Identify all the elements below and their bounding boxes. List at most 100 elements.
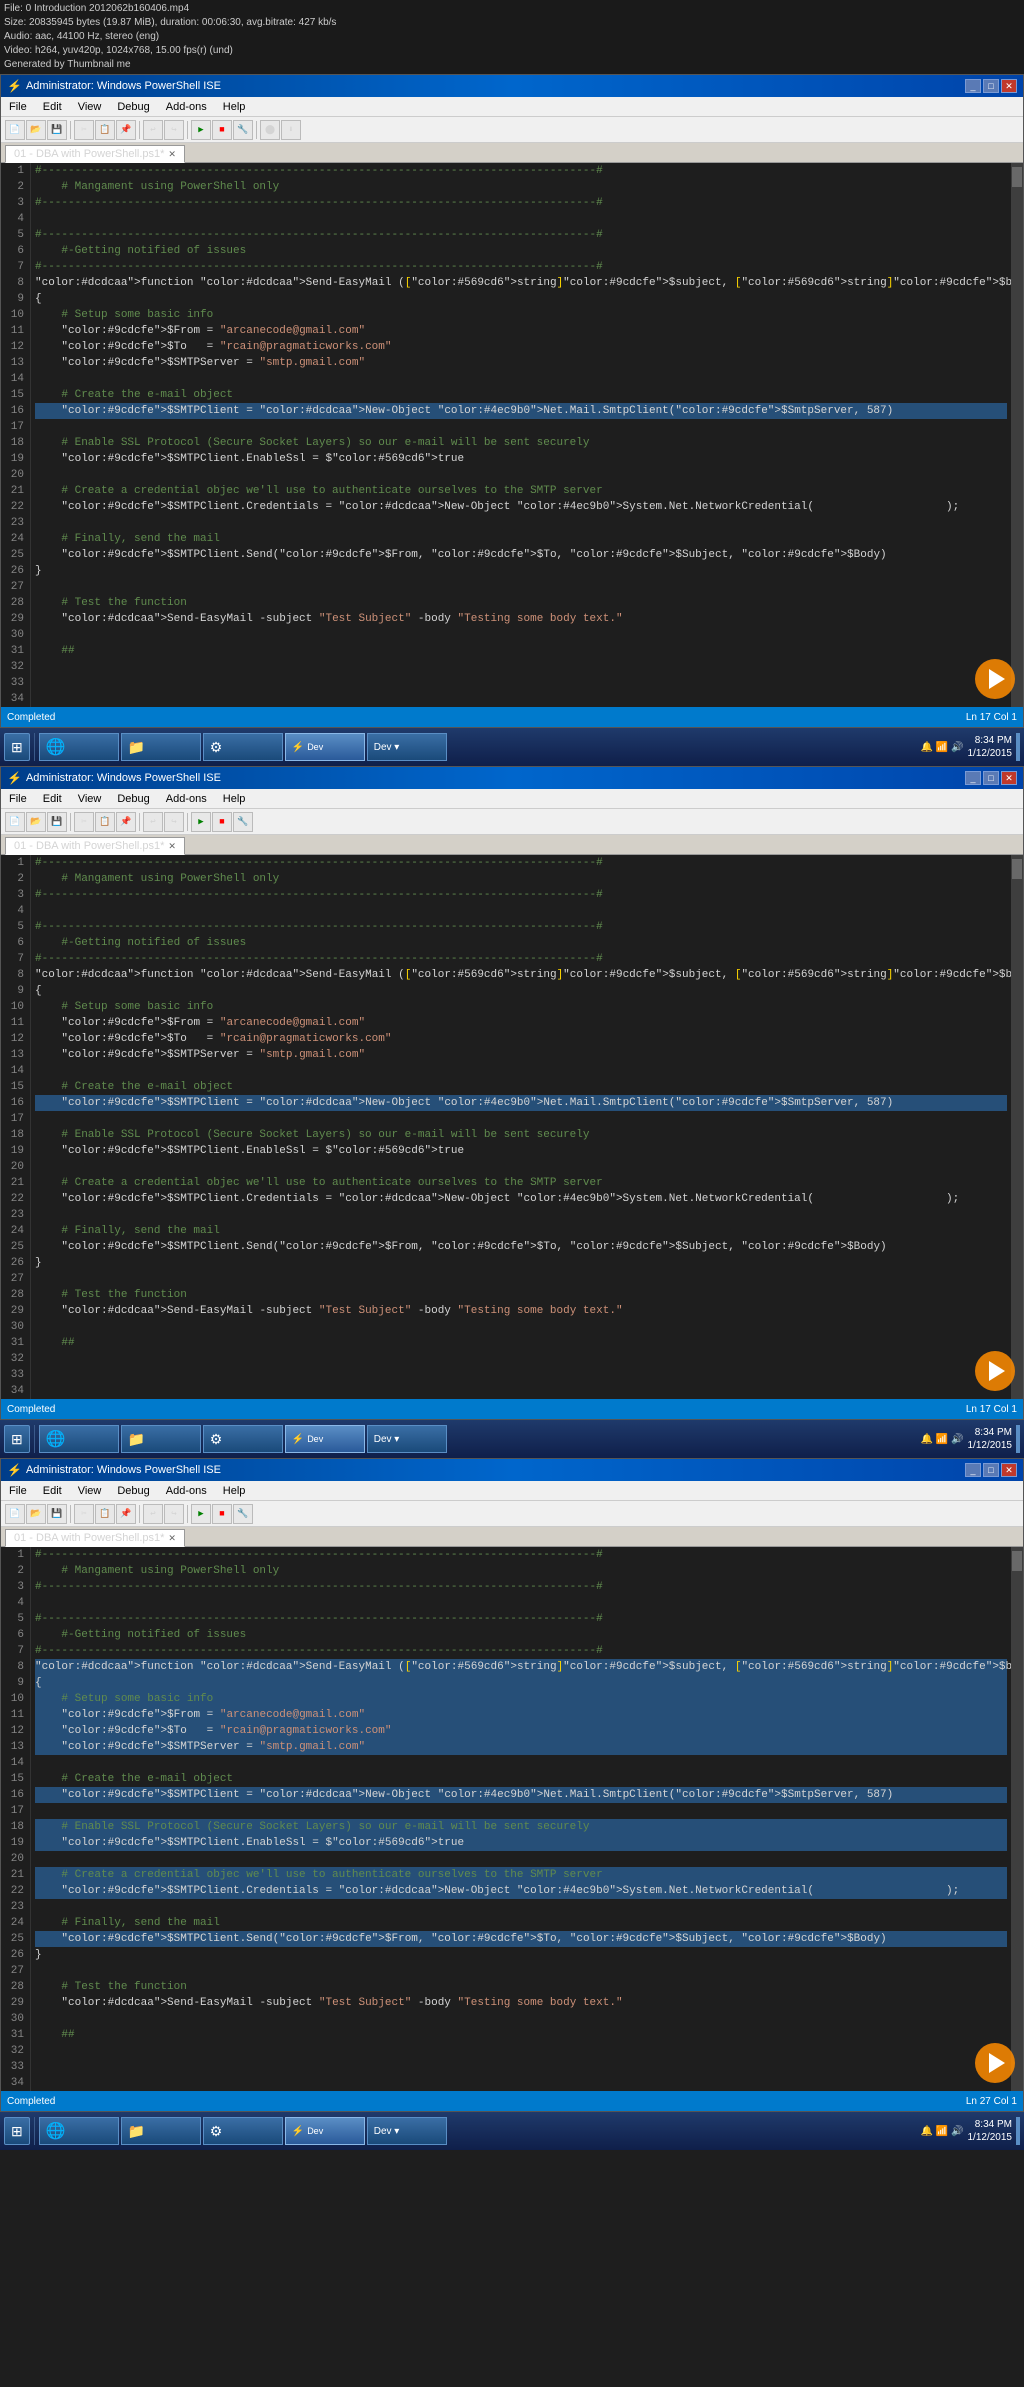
menu-addons-3[interactable]: Add-ons <box>162 1484 211 1498</box>
show-desktop-2[interactable] <box>1016 1425 1020 1453</box>
taskbar-ie-3[interactable]: 🌐 <box>39 2117 119 2145</box>
tb-save-2[interactable]: 💾 <box>47 812 67 832</box>
close-btn-3[interactable]: ✕ <box>1001 1463 1017 1477</box>
tb-run-1[interactable]: ▶ <box>191 120 211 140</box>
play-button-3[interactable] <box>975 2043 1015 2083</box>
tb-debug-3[interactable]: 🔧 <box>233 1504 253 1524</box>
tb-paste-3[interactable]: 📌 <box>116 1504 136 1524</box>
tb-new-2[interactable]: 📄 <box>5 812 25 832</box>
tb-open-1[interactable]: 📂 <box>26 120 46 140</box>
minimize-btn-3[interactable]: _ <box>965 1463 981 1477</box>
taskbar-folder-1[interactable]: 📁 <box>121 733 201 761</box>
restore-btn-2[interactable]: □ <box>983 771 999 785</box>
scrollbar-3[interactable] <box>1011 1547 1023 2091</box>
tab-close-2[interactable]: ✕ <box>168 841 176 852</box>
tab-ps1-3[interactable]: 01 - DBA with PowerShell.ps1* ✕ <box>5 1529 185 1547</box>
menu-edit-3[interactable]: Edit <box>39 1484 66 1498</box>
menu-edit-1[interactable]: Edit <box>39 100 66 114</box>
tb-cut-3[interactable]: ✂ <box>74 1504 94 1524</box>
menu-view-3[interactable]: View <box>74 1484 106 1498</box>
menu-help-2[interactable]: Help <box>219 792 250 806</box>
code-area-1[interactable]: #---------------------------------------… <box>31 163 1011 707</box>
taskbar-pse-2[interactable]: ⚡ Dev <box>285 1425 365 1453</box>
tb-bp-1[interactable]: ⬤ <box>260 120 280 140</box>
play-button-2[interactable] <box>975 1351 1015 1391</box>
title-bar-controls-1[interactable]: _ □ ✕ <box>965 79 1017 93</box>
tb-step-1[interactable]: ⬇ <box>281 120 301 140</box>
show-desktop-3[interactable] <box>1016 2117 1020 2145</box>
taskbar-folder-2[interactable]: 📁 <box>121 1425 201 1453</box>
tb-debug-1[interactable]: 🔧 <box>233 120 253 140</box>
tb-redo-2[interactable]: ↪ <box>164 812 184 832</box>
menu-debug-1[interactable]: Debug <box>113 100 153 114</box>
tb-undo-2[interactable]: ↩ <box>143 812 163 832</box>
tb-debug-2[interactable]: 🔧 <box>233 812 253 832</box>
play-button-1[interactable] <box>975 659 1015 699</box>
tb-run-2[interactable]: ▶ <box>191 812 211 832</box>
menu-view-2[interactable]: View <box>74 792 106 806</box>
start-btn-3[interactable]: ⊞ <box>4 2117 30 2145</box>
tb-cut-1[interactable]: ✂ <box>74 120 94 140</box>
menu-edit-2[interactable]: Edit <box>39 792 66 806</box>
restore-btn-3[interactable]: □ <box>983 1463 999 1477</box>
tb-stop-3[interactable]: ■ <box>212 1504 232 1524</box>
menu-file-1[interactable]: File <box>5 100 31 114</box>
scrollbar-2[interactable] <box>1011 855 1023 1399</box>
tb-cut-2[interactable]: ✂ <box>74 812 94 832</box>
scrollbar-1[interactable] <box>1011 163 1023 707</box>
taskbar-ie-2[interactable]: 🌐 <box>39 1425 119 1453</box>
menu-addons-1[interactable]: Add-ons <box>162 100 211 114</box>
close-btn-1[interactable]: ✕ <box>1001 79 1017 93</box>
taskbar-ie-1[interactable]: 🌐 <box>39 733 119 761</box>
tab-ps1-2[interactable]: 01 - DBA with PowerShell.ps1* ✕ <box>5 837 185 855</box>
tb-undo-3[interactable]: ↩ <box>143 1504 163 1524</box>
show-desktop-1[interactable] <box>1016 733 1020 761</box>
tb-new-1[interactable]: 📄 <box>5 120 25 140</box>
tb-paste-2[interactable]: 📌 <box>116 812 136 832</box>
tab-close-3[interactable]: ✕ <box>168 1533 176 1544</box>
tb-redo-3[interactable]: ↪ <box>164 1504 184 1524</box>
close-btn-2[interactable]: ✕ <box>1001 771 1017 785</box>
code-area-3[interactable]: #---------------------------------------… <box>31 1547 1011 2091</box>
taskbar-dev-1[interactable]: Dev ▾ <box>367 733 447 761</box>
taskbar-settings-3[interactable]: ⚙ <box>203 2117 283 2145</box>
tb-copy-2[interactable]: 📋 <box>95 812 115 832</box>
minimize-btn-1[interactable]: _ <box>965 79 981 93</box>
tb-stop-1[interactable]: ■ <box>212 120 232 140</box>
menu-debug-2[interactable]: Debug <box>113 792 153 806</box>
restore-btn-1[interactable]: □ <box>983 79 999 93</box>
taskbar-pse-3[interactable]: ⚡ Dev <box>285 2117 365 2145</box>
tb-save-3[interactable]: 💾 <box>47 1504 67 1524</box>
minimize-btn-2[interactable]: _ <box>965 771 981 785</box>
tab-close-1[interactable]: ✕ <box>168 149 176 160</box>
scrollbar-thumb-3[interactable] <box>1012 1551 1022 1571</box>
tb-new-3[interactable]: 📄 <box>5 1504 25 1524</box>
menu-help-1[interactable]: Help <box>219 100 250 114</box>
taskbar-dev-3[interactable]: Dev ▾ <box>367 2117 447 2145</box>
tab-ps1-1[interactable]: 01 - DBA with PowerShell.ps1* ✕ <box>5 145 185 163</box>
taskbar-pse-1[interactable]: ⚡ Dev <box>285 733 365 761</box>
scrollbar-thumb-1[interactable] <box>1012 167 1022 187</box>
tb-save-1[interactable]: 💾 <box>47 120 67 140</box>
tb-copy-1[interactable]: 📋 <box>95 120 115 140</box>
taskbar-settings-1[interactable]: ⚙ <box>203 733 283 761</box>
menu-help-3[interactable]: Help <box>219 1484 250 1498</box>
taskbar-dev-2[interactable]: Dev ▾ <box>367 1425 447 1453</box>
taskbar-folder-3[interactable]: 📁 <box>121 2117 201 2145</box>
tb-copy-3[interactable]: 📋 <box>95 1504 115 1524</box>
code-area-2[interactable]: #---------------------------------------… <box>31 855 1011 1399</box>
taskbar-settings-2[interactable]: ⚙ <box>203 1425 283 1453</box>
menu-file-3[interactable]: File <box>5 1484 31 1498</box>
tb-stop-2[interactable]: ■ <box>212 812 232 832</box>
menu-debug-3[interactable]: Debug <box>113 1484 153 1498</box>
menu-view-1[interactable]: View <box>74 100 106 114</box>
scrollbar-thumb-2[interactable] <box>1012 859 1022 879</box>
start-btn-1[interactable]: ⊞ <box>4 733 30 761</box>
tb-open-2[interactable]: 📂 <box>26 812 46 832</box>
menu-addons-2[interactable]: Add-ons <box>162 792 211 806</box>
tb-undo-1[interactable]: ↩ <box>143 120 163 140</box>
title-bar-controls-2[interactable]: _ □ ✕ <box>965 771 1017 785</box>
tb-redo-1[interactable]: ↪ <box>164 120 184 140</box>
tb-open-3[interactable]: 📂 <box>26 1504 46 1524</box>
start-btn-2[interactable]: ⊞ <box>4 1425 30 1453</box>
